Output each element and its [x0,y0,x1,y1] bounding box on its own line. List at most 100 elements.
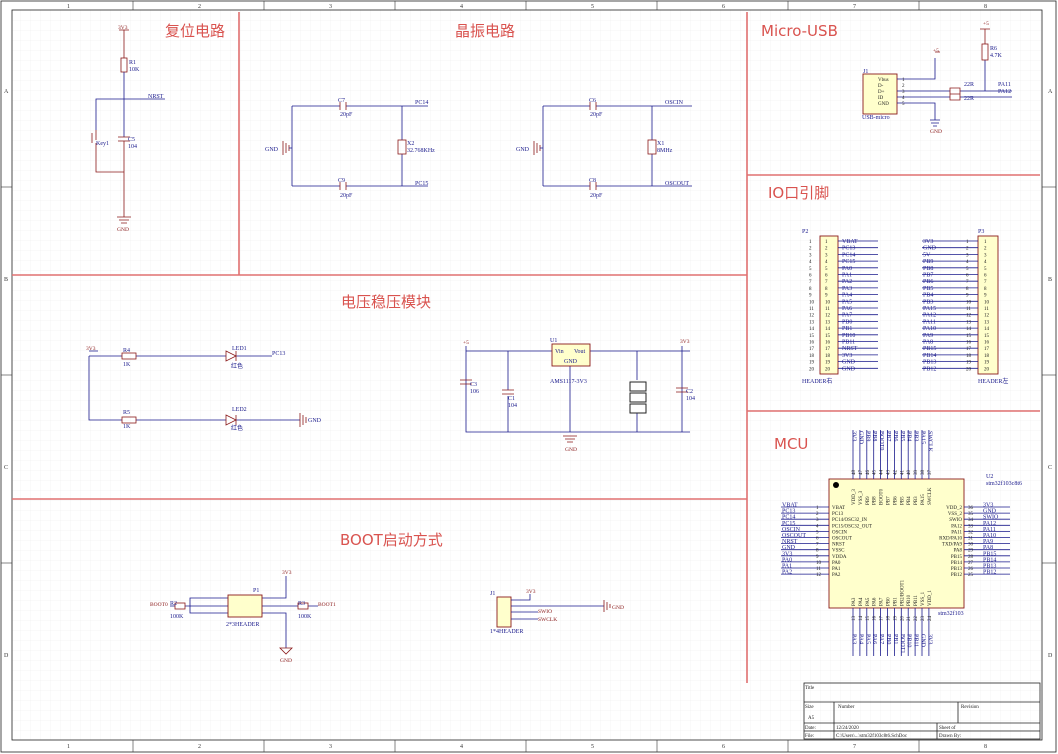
led1-color: 红色 [231,362,243,370]
mcu-bottom-pin: PA5 [866,597,871,606]
mcu-right-net: PA8 [983,545,993,551]
ruler-col-top: 8 [984,4,987,10]
x1-label: X1 [657,141,664,147]
mcu-top-net: PB7 [885,431,891,441]
p2-pin-inner: 16 [825,341,831,346]
mcu-right-net: PA10 [983,533,996,539]
mcu-top-net: PB4 [906,431,912,441]
swclk-net: SWCLK [538,617,557,623]
u1-label: U1 [550,338,557,344]
mcu-right-net: PB13 [983,564,996,570]
mcu-left-pin: PC13 [832,512,844,517]
gnd-label: GND [117,227,129,233]
mcu-bottom-net: PA6 [871,634,877,644]
c5-label: C5 [128,137,135,143]
p2-pin-inner: 20 [825,367,831,372]
mcu-top-pin-number: 39 [914,470,919,476]
ruler-row-right: C [1048,465,1052,471]
mcu-bottom-pin: PB0 [887,597,892,606]
usb-pin-name: D- [878,84,884,89]
r6-label: R6 [990,46,997,52]
mcu-top-pin: PB3 [914,496,919,505]
p3-net-label: 3V3 [923,239,933,245]
mcu-bottom-pin: PB11 [914,595,919,606]
mcu-bottom-net: PB10 [906,634,912,647]
mcu-top-pin-number: 46 [866,470,871,476]
p3-net-label: PB3 [923,299,933,305]
mcu-right-pin: VSS_2 [948,512,963,517]
j1-header-body [496,596,512,628]
ruler-row-right: B [1048,277,1052,283]
net-3v3-out: 3V3 [680,339,690,345]
boot1-net: BOOT1 [318,602,336,608]
mcu-bottom-net: 3V3 [926,634,932,644]
c8-label: C8 [589,178,596,184]
p3-net-label: 5V [923,252,931,258]
mcu-top-pin-number: 44 [880,470,885,476]
mcu-right-pin-number: 32 [968,530,974,535]
size-value: A5 [808,716,815,721]
mcu-left-net: 3V3 [782,551,792,557]
p2-footprint: HEADER右 [802,377,832,385]
file-value: C:\Users\...\stm32f103c8t6.SchDoc [836,734,908,739]
p2-net-label: PA7 [842,313,852,319]
mcu-bottom-pin-number: 23 [921,616,926,622]
number-label: Number [838,705,855,710]
p3-pin-inner: 19 [984,361,990,366]
p3-net-label: PA12 [923,313,936,319]
drawn-label: Drawn By: [939,734,961,739]
p2-pin-number: 11 [809,307,814,312]
mcu-left-net: OSCOUT [782,533,806,539]
mcu-bottom-pin-number: 22 [914,616,919,622]
mcu-bottom-net: PA3 [851,634,857,644]
ruler-col-top: 5 [591,4,594,10]
p3-net-label: PB13 [923,360,936,366]
p3-net-label: PA15 [923,306,936,312]
p3-net-label: PB8 [923,266,933,272]
mcu-left-net: PC15 [782,521,795,527]
mcu-right-pin-number: 25 [968,573,974,578]
ruler-col-top: 2 [198,4,201,10]
plus5-net: +5 [463,340,469,346]
x1-value: 8MHz [657,148,673,154]
mcu-left-pin: OSCIN [832,530,847,535]
p2-pin-inner: 13 [825,320,831,325]
j1-3v3-net: 3V3 [526,589,536,595]
r1-value: 10K [129,67,140,73]
gnd-label: GND [516,147,530,153]
mcu-top-pin: PB7 [887,496,892,505]
usb-pin-name: D+ [878,90,885,95]
schematic-sheet: 1122334455667788A AB BC CD D 复位电路 晶振电路 Micro… [0,0,1058,754]
p3-pin-inner: 16 [984,341,990,346]
mcu-top-pin-number: 48 [852,470,857,476]
led1-label: LED1 [232,346,247,352]
r4-label: R4 [123,348,130,354]
mcu-right-net: 3V3 [983,503,993,509]
ruler-col-top: 7 [853,4,856,10]
usb-model: USB-micro [862,115,890,121]
p3-net-label: PB6 [923,279,933,285]
c9-value: 20pF [340,193,353,199]
usb-pin-name: ID [878,96,884,101]
mcu-footer: stm32f103 [938,610,964,617]
p2-net-label: PA3 [842,286,852,292]
mcu-top-pin: PB6 [893,496,898,505]
p2-net-label: PB0 [842,319,852,325]
mcu-right-net: PA12 [983,521,996,527]
gnd-net: GND [308,418,322,424]
mcu-right-pin-number: 28 [968,555,974,560]
mcu-bottom-pin-number: 19 [893,616,898,622]
size-label: Size [805,705,814,710]
reset-section-title: 复位电路 [165,22,225,40]
p2-pin-inner: 18 [825,354,831,359]
p2-net-label: GND [842,366,856,372]
boot-section-title: BOOT启动方式 [340,531,443,549]
mcu-top-pin: VSS_3 [859,490,864,505]
p2-net-label: PB1 [842,326,852,332]
mcu-bottom-net: BOOT1 [899,634,905,653]
p1-header-body [227,594,263,618]
p2-pin-number: 17 [809,347,815,352]
r5-label: R5 [123,410,130,416]
c3-label: C3 [470,382,477,388]
mcu-bottom-net: PA5 [864,634,870,644]
